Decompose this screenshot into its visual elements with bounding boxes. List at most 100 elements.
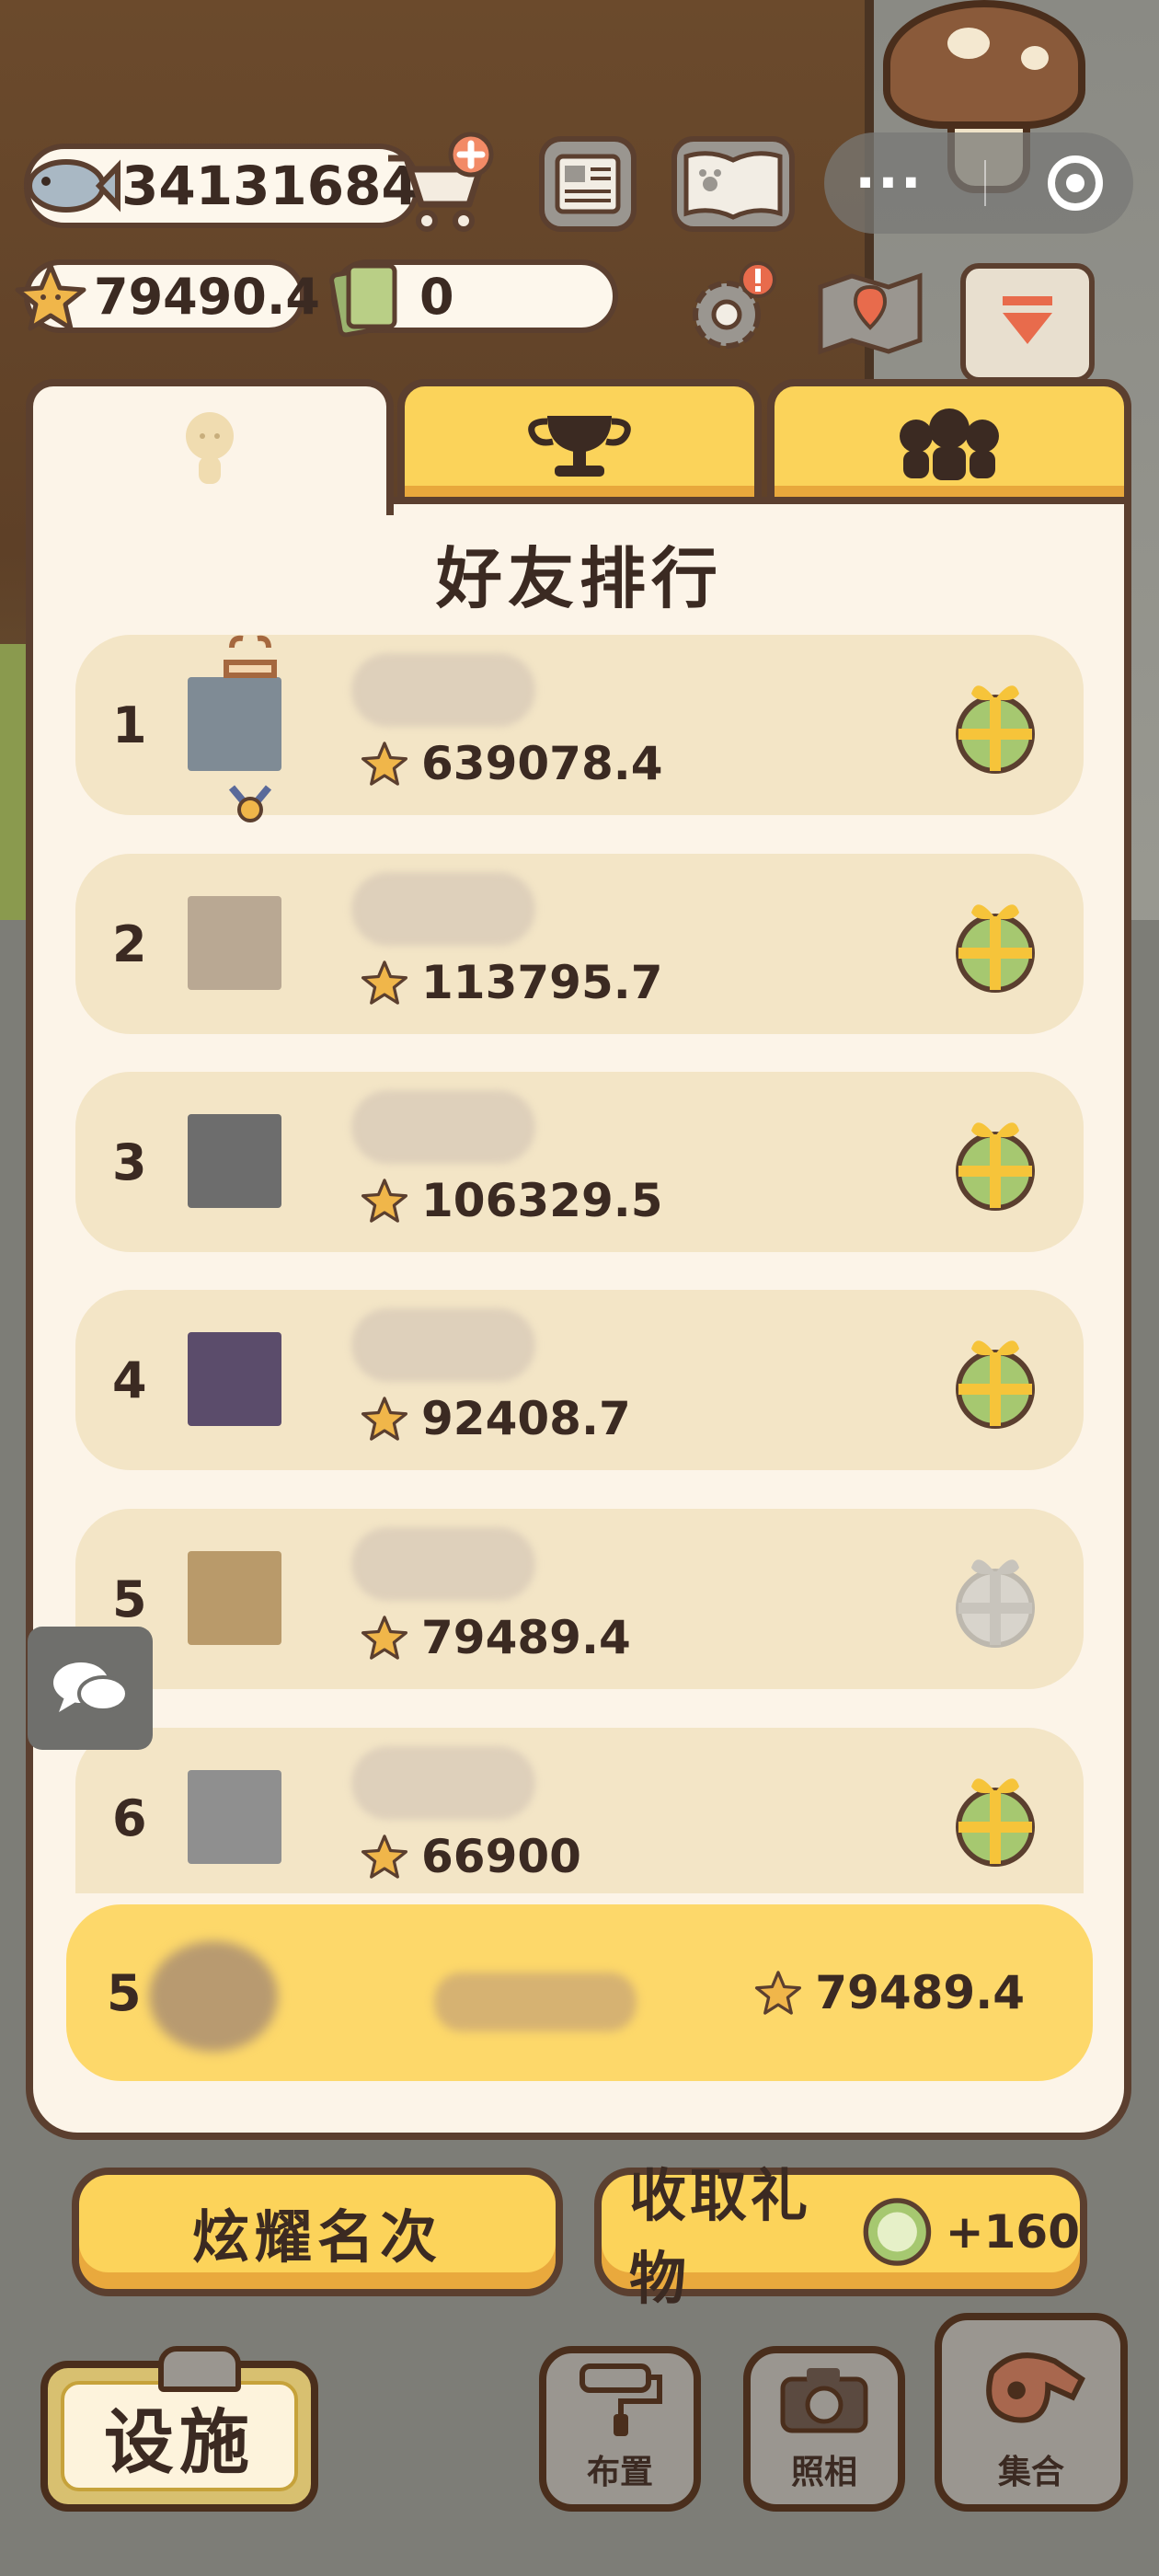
my-rank: 5: [107, 1963, 142, 2022]
photo-label: 照相: [790, 2454, 857, 2491]
leaderboard-row: 5 79489.4: [75, 1509, 1084, 1689]
friend-avatar: [188, 896, 281, 990]
chevron-down-icon: [1003, 296, 1052, 344]
leaderboard-row: 1 639078.4: [75, 635, 1084, 822]
friend-avatar: [188, 1114, 281, 1208]
rank-number: 1: [112, 696, 147, 754]
facility-button[interactable]: 设施: [40, 2346, 318, 2512]
top-rank-medal-icon: [213, 629, 287, 830]
photo-button[interactable]: 照相: [743, 2346, 905, 2512]
friend-head-icon: [186, 412, 234, 484]
my-score: 79489.4: [754, 1904, 1025, 2081]
friend-avatar: [188, 1770, 281, 1864]
rank-number: 3: [112, 1133, 147, 1191]
ticket-value: 0: [419, 267, 454, 326]
show-rank-label: 炫耀名次: [191, 2203, 442, 2271]
gift-melon-icon[interactable]: [949, 1763, 1041, 1873]
settings-button[interactable]: [681, 259, 782, 361]
friend-name-blurred: [351, 1308, 535, 1382]
my-avatar-blurred: [149, 1941, 278, 2052]
chat-bubble-icon: [53, 1662, 129, 1712]
friend-score: 79489.4: [361, 1610, 631, 1665]
miniprogram-capsule: ···: [824, 132, 1133, 234]
tab-friends[interactable]: [26, 379, 394, 515]
star-icon: [755, 1971, 802, 2015]
rank-number: 6: [112, 1788, 147, 1847]
trophy-icon: [528, 416, 631, 477]
star-icon: [361, 1834, 408, 1879]
gift-melon-icon[interactable]: [949, 1107, 1041, 1217]
chat-button[interactable]: [28, 1627, 153, 1750]
show-rank-button[interactable]: 炫耀名次: [72, 2168, 563, 2296]
whistle-icon: [986, 2352, 1085, 2423]
rank-number: 4: [112, 1351, 147, 1409]
star-value: 79490.4: [94, 267, 320, 326]
shop-cart-icon[interactable]: [379, 131, 497, 239]
paw-book-icon: [683, 151, 783, 220]
group-icon: [900, 408, 999, 480]
star-icon: [361, 1616, 408, 1660]
collapse-menu-button[interactable]: [960, 263, 1095, 383]
my-name-blurred: [434, 1972, 637, 2031]
friend-score-value: 92408.7: [421, 1392, 631, 1445]
ticket-icon: [324, 254, 407, 342]
friend-score-value: 106329.5: [421, 1174, 663, 1227]
layout-button[interactable]: 布置: [539, 2346, 701, 2512]
friend-score: 639078.4: [361, 736, 663, 791]
collect-gift-label: 收取礼物: [629, 2162, 812, 2312]
leaderboard-row: 6 66900: [75, 1728, 1084, 1893]
star-icon: [11, 258, 90, 337]
gift-melon-icon[interactable]: [949, 1544, 1041, 1654]
star-icon: [361, 960, 408, 1005]
friend-avatar: [188, 1332, 281, 1426]
map-icon: [818, 272, 923, 355]
layout-label: 布置: [586, 2454, 653, 2491]
friend-score: 106329.5: [361, 1173, 663, 1228]
star-icon: [361, 1397, 408, 1441]
more-menu-button[interactable]: ···: [855, 155, 923, 211]
gather-button[interactable]: 集合: [935, 2313, 1128, 2512]
capsule-divider: [984, 160, 987, 206]
gear-icon: [693, 261, 776, 349]
friend-name-blurred: [351, 1746, 535, 1820]
friend-score: 113795.7: [361, 955, 663, 1010]
camera-icon: [780, 2368, 868, 2433]
friend-name-blurred: [351, 1527, 535, 1601]
friend-score-value: 639078.4: [421, 737, 663, 790]
gift-melon-icon[interactable]: [949, 889, 1041, 999]
gift-count: +160: [945, 2205, 1080, 2259]
friend-score: 66900: [361, 1829, 581, 1884]
friend-name-blurred: [351, 872, 535, 946]
close-miniprogram-icon[interactable]: [1047, 155, 1103, 211]
panel-title: 好友排行: [435, 540, 723, 617]
fish-icon: [20, 138, 121, 234]
friend-score-value: 66900: [421, 1830, 581, 1883]
friend-avatar: [188, 1551, 281, 1645]
leaderboard-row: 2 113795.7: [75, 854, 1084, 1034]
paint-roller-icon: [580, 2363, 662, 2436]
fish-coin-value: 34131684: [121, 155, 419, 217]
handbook-button[interactable]: [671, 136, 795, 232]
rank-number: 2: [112, 914, 147, 973]
newspaper-icon: [555, 154, 621, 214]
gather-label: 集合: [997, 2454, 1064, 2491]
tab-trophy[interactable]: [397, 379, 762, 508]
friend-score: 92408.7: [361, 1391, 631, 1446]
tab-group[interactable]: [767, 379, 1131, 508]
facility-label: 设施: [104, 2401, 255, 2483]
friend-score-value: 113795.7: [421, 956, 663, 1009]
friend-name-blurred: [351, 1090, 535, 1164]
star-icon: [361, 1179, 408, 1223]
map-button[interactable]: [811, 259, 929, 362]
star-icon: [361, 742, 408, 786]
friend-score-value: 79489.4: [421, 1611, 631, 1664]
melon-icon: [863, 2198, 932, 2266]
leaderboard-row: 4 92408.7: [75, 1290, 1084, 1470]
gift-melon-icon[interactable]: [949, 1325, 1041, 1435]
gift-melon-icon[interactable]: [949, 670, 1041, 780]
collect-gift-button[interactable]: 收取礼物 +160: [594, 2162, 1087, 2312]
leaderboard-row: 3 106329.5: [75, 1072, 1084, 1252]
my-score-value: 79489.4: [815, 1966, 1025, 2019]
news-button[interactable]: [539, 136, 637, 232]
my-rank-row: 5 79489.4: [66, 1904, 1093, 2081]
